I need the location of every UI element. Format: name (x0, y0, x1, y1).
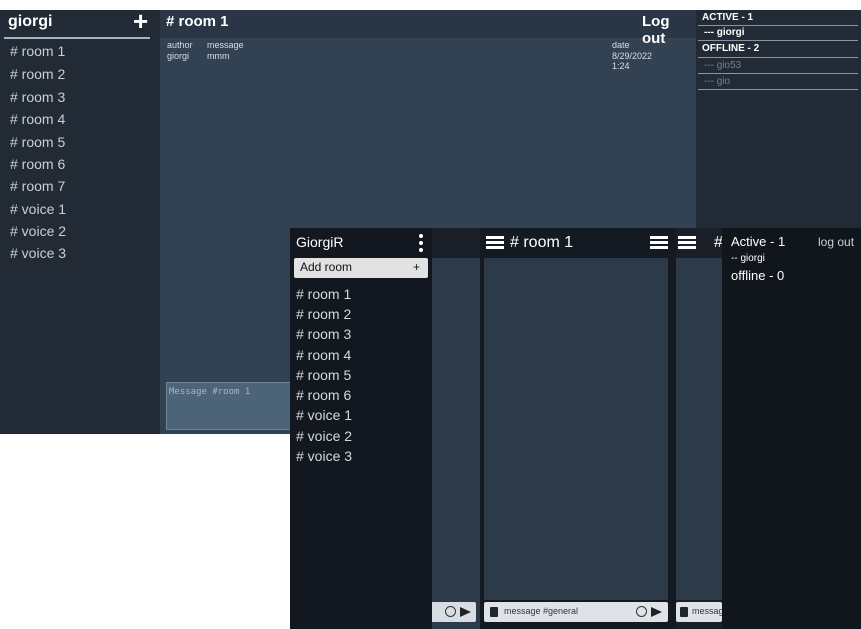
divider (698, 25, 858, 26)
offline-heading: offline - 0 (731, 268, 785, 283)
emoji-icon[interactable] (445, 606, 456, 617)
room-item-voice-3[interactable]: # voice 3 (296, 448, 352, 464)
divider (698, 89, 858, 90)
message-author: giorgi (167, 51, 190, 61)
active-heading: Active - 1 (731, 234, 786, 249)
room-item-room-6[interactable]: # room 6 (10, 156, 65, 172)
mobile-rooms-screen: GiorgiR Add room + # room 1 # room 2 # r… (290, 228, 480, 629)
room-item-room-2[interactable]: # room 2 (10, 66, 65, 82)
divider (698, 57, 858, 58)
username: GiorgiR (296, 234, 344, 250)
offline-user[interactable]: --- gio53 (704, 60, 741, 71)
hamburger-menu-icon[interactable] (678, 236, 696, 250)
room-item-voice-3[interactable]: # voice 3 (10, 245, 66, 261)
divider (698, 73, 858, 74)
room-item-room-1[interactable]: # room 1 (10, 43, 65, 59)
chat-background (430, 228, 480, 629)
active-user[interactable]: -- giorgi (731, 253, 765, 264)
mobile-screens: GiorgiR Add room + # room 1 # room 2 # r… (290, 228, 861, 629)
room-item-room-2[interactable]: # room 2 (296, 306, 351, 322)
room-item-room-3[interactable]: # room 3 (10, 89, 65, 105)
room-item-room-3[interactable]: # room 3 (296, 326, 351, 342)
offline-heading: OFFLINE - 2 (702, 43, 760, 54)
hamburger-menu-icon[interactable] (486, 236, 504, 250)
message-placeholder: message #general (504, 606, 579, 616)
plus-icon: + (412, 260, 420, 274)
attach-file-icon[interactable] (490, 607, 498, 617)
rooms-sidebar: giorgi + # room 1 # room 2 # room 3 # ro… (0, 8, 160, 434)
message-time: 1:24 (612, 61, 630, 71)
rooms-drawer: GiorgiR Add room + # room 1 # room 2 # r… (290, 228, 432, 629)
chat-header (430, 228, 480, 258)
room-title: # room 1 (510, 234, 574, 251)
divider (698, 40, 858, 41)
add-room-button[interactable]: Add room + (294, 258, 428, 278)
members-drawer: Active - 1 log out -- giorgi offline - 0 (722, 228, 861, 629)
logout-button[interactable]: log out (818, 235, 854, 249)
active-user[interactable]: --- giorgi (704, 27, 745, 38)
add-room-label: Add room (300, 260, 353, 274)
room-item-room-5[interactable]: # room 5 (10, 134, 65, 150)
message-input[interactable]: message #general (484, 602, 668, 622)
attach-file-icon[interactable] (680, 607, 688, 617)
room-item-room-6[interactable]: # room 6 (296, 387, 351, 403)
room-item-voice-1[interactable]: # voice 1 (296, 407, 352, 423)
chat-header: # room 1 (480, 228, 676, 258)
room-item-room-7[interactable]: # room 7 (10, 178, 65, 194)
room-title: # room 1 (166, 13, 229, 30)
plus-icon[interactable]: + (133, 8, 148, 34)
offline-user[interactable]: --- gio (704, 76, 730, 87)
logout-button[interactable]: Log out (642, 13, 696, 47)
mobile-members-screen: # r messag Active - 1 log out -- giorgi … (676, 228, 861, 629)
message-date: 8/29/2022 (612, 51, 653, 61)
column-date: date (612, 40, 630, 50)
column-message: message (207, 40, 244, 50)
members-menu-icon[interactable] (650, 236, 668, 250)
sidebar-divider (4, 37, 150, 39)
message-text: mmm (207, 51, 230, 61)
room-item-room-4[interactable]: # room 4 (296, 347, 351, 363)
room-item-room-4[interactable]: # room 4 (10, 111, 65, 127)
kebab-menu-icon[interactable] (418, 234, 424, 252)
room-item-room-1[interactable]: # room 1 (296, 286, 351, 302)
emoji-icon[interactable] (636, 606, 647, 617)
mobile-chat-screen: # room 1 message #general (480, 228, 676, 629)
column-author: author (167, 40, 193, 50)
message-input-partial[interactable]: messag (676, 602, 722, 622)
room-item-room-5[interactable]: # room 5 (296, 367, 351, 383)
messages-area (676, 258, 726, 600)
sidebar-header: giorgi + (0, 8, 160, 38)
messages-area (484, 258, 668, 600)
send-icon[interactable] (460, 607, 471, 617)
message-input-partial[interactable] (430, 602, 476, 622)
room-item-voice-2[interactable]: # voice 2 (10, 223, 66, 239)
username: giorgi (8, 13, 53, 30)
room-item-voice-2[interactable]: # voice 2 (296, 428, 352, 444)
send-icon[interactable] (651, 607, 662, 617)
room-item-voice-1[interactable]: # voice 1 (10, 201, 66, 217)
active-heading: ACTIVE - 1 (702, 12, 754, 23)
message-placeholder: messag (692, 606, 722, 616)
chat-header: # room 1 Log out (160, 10, 696, 47)
